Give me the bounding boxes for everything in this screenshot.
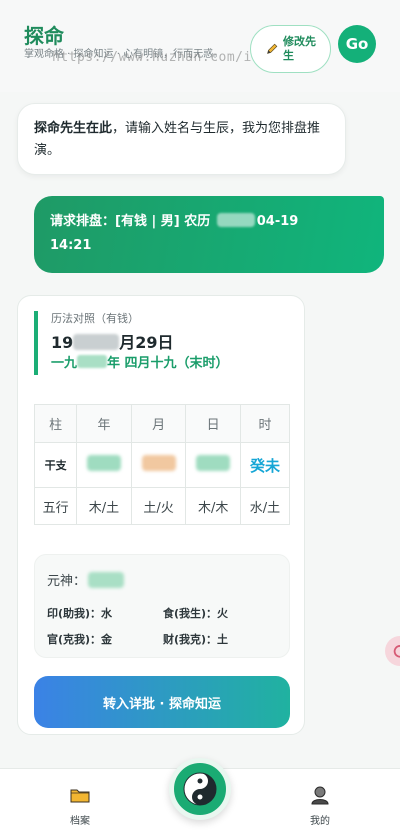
ganzhi-label: 干支 bbox=[33, 442, 78, 488]
relation-shi: 食(我生)：火 bbox=[163, 607, 229, 620]
redacted-lunar-year bbox=[77, 355, 108, 368]
header-month: 月 bbox=[130, 404, 187, 443]
header-year: 年 bbox=[76, 404, 132, 443]
tab-mine-label: 我的 bbox=[310, 816, 330, 827]
redacted-year-ganzhi bbox=[86, 455, 121, 471]
edit-master-label: 修改先生 bbox=[283, 35, 316, 62]
user-message-line1: 请求排盘：[有钱 | 男] 农历 04-19 bbox=[50, 210, 368, 234]
folder-icon bbox=[70, 789, 90, 803]
go-button[interactable]: Go bbox=[338, 25, 376, 63]
user-request-prefix: 请求排盘：[有钱 | 男] 农历 bbox=[50, 214, 215, 229]
redacted-month-ganzhi bbox=[141, 455, 176, 471]
yuanshen-row: 元神： bbox=[47, 570, 125, 589]
tab-archive-label: 档案 bbox=[70, 816, 90, 827]
bot-name: 探命先生在此 bbox=[34, 121, 113, 136]
yin-yang-center-button[interactable] bbox=[169, 758, 231, 820]
calendar-comparison: 历法对照（有钱） 19 月29日 一九 年 四月十九（末时） bbox=[34, 311, 290, 375]
table-header-row: 柱 年 月 日 时 bbox=[33, 404, 291, 443]
bot-message-bubble: 探命先生在此，请输入姓名与生辰，我为您排盘推演。 bbox=[17, 103, 346, 175]
solar-date-prefix: 19 bbox=[51, 333, 74, 352]
yin-yang-icon bbox=[183, 772, 217, 806]
app-header: 探命 掌观命格 · 探命知运 · 心有明镜，行而无惑。 https://www.… bbox=[0, 0, 400, 92]
wuxing-row: 五行 木/土 土/火 木/木 水/土 bbox=[33, 487, 291, 525]
app-title: 探命 bbox=[24, 24, 64, 48]
user-request-time: 14:21 bbox=[50, 238, 92, 253]
redacted-yuanshen bbox=[88, 572, 125, 588]
yuanshen-panel: 元神： 印(助我)：水 食(我生)：火 官(克我)：金 财(我克)：土 bbox=[34, 554, 290, 658]
year-ganzhi bbox=[76, 442, 132, 488]
relation-guan: 官(克我)：金 bbox=[47, 633, 113, 646]
wuxing-label: 五行 bbox=[33, 487, 78, 525]
month-wuxing: 土/火 bbox=[130, 487, 187, 525]
lunar-date: 一九 年 四月十九（末时） bbox=[51, 355, 290, 373]
header-pillar: 柱 bbox=[33, 404, 78, 443]
user-message-bubble: 请求排盘：[有钱 | 男] 农历 04-19 14:21 bbox=[34, 196, 384, 273]
tab-archive[interactable]: 档案 bbox=[50, 775, 110, 827]
redacted-day-ganzhi bbox=[196, 455, 231, 471]
user-avatar-icon bbox=[311, 786, 329, 805]
ganzhi-row: 干支 癸未 bbox=[33, 442, 291, 488]
relation-cai: 财(我克)：土 bbox=[163, 633, 229, 646]
month-ganzhi bbox=[130, 442, 187, 488]
user-request-date: 04-19 bbox=[256, 214, 299, 229]
solar-date: 19 月29日 bbox=[51, 331, 290, 355]
four-pillars-table: 柱 年 月 日 时 干支 癸未 五行 木/土 土/火 木/木 水/土 bbox=[33, 404, 291, 525]
refresh-icon bbox=[393, 645, 400, 658]
redacted-year bbox=[216, 213, 255, 227]
lunar-date-prefix: 一九 bbox=[51, 356, 78, 371]
pencil-icon bbox=[267, 43, 278, 54]
year-wuxing: 木/土 bbox=[76, 487, 132, 525]
day-ganzhi bbox=[185, 442, 241, 488]
header-hour: 时 bbox=[239, 404, 291, 443]
hour-wuxing: 水/土 bbox=[239, 487, 291, 525]
tab-mine[interactable]: 我的 bbox=[290, 775, 350, 827]
day-wuxing: 木/木 bbox=[185, 487, 241, 525]
yuanshen-label: 元神： bbox=[47, 574, 87, 589]
floating-helper-button[interactable] bbox=[385, 636, 400, 666]
hour-ganzhi: 癸未 bbox=[239, 442, 291, 488]
redacted-solar-date bbox=[73, 334, 120, 350]
header-day: 日 bbox=[185, 404, 241, 443]
relation-yin: 印(助我)：水 bbox=[47, 607, 113, 620]
lunar-date-suffix: 年 四月十九（末时） bbox=[107, 356, 229, 371]
solar-date-suffix: 月29日 bbox=[119, 333, 174, 352]
edit-master-button[interactable]: 修改先生 bbox=[250, 25, 331, 73]
chart-result-card: 历法对照（有钱） 19 月29日 一九 年 四月十九（末时） 柱 年 月 日 时 干… bbox=[17, 295, 305, 735]
calendar-label: 历法对照（有钱） bbox=[51, 312, 139, 325]
detail-reading-button[interactable]: 转入详批 · 探命知运 bbox=[34, 676, 290, 728]
